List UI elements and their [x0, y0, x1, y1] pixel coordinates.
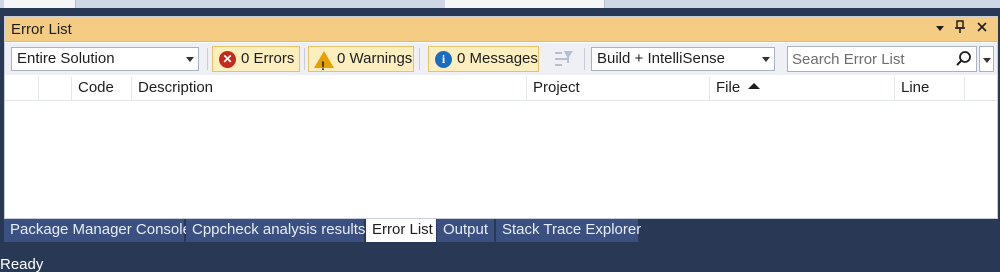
column-header-description[interactable]: Description [131, 77, 526, 101]
search-box[interactable] [787, 46, 977, 72]
column-header-line[interactable]: Line [894, 77, 964, 101]
scope-dropdown-value: Entire Solution [17, 50, 115, 67]
top-toolbar-strip [0, 0, 1000, 8]
search-options-dropdown[interactable] [979, 46, 994, 72]
toolbar-separator [584, 48, 585, 70]
column-header-project[interactable]: Project [526, 77, 709, 101]
toolbar-separator [419, 48, 420, 70]
error-icon: ✕ [219, 51, 236, 68]
tab-error-list[interactable]: Error List [366, 219, 436, 242]
status-text: Ready [0, 256, 44, 272]
tab-package-manager-console[interactable]: Package Manager Console [4, 219, 191, 242]
search-icon[interactable] [955, 50, 973, 68]
chevron-down-icon [762, 57, 770, 62]
chevron-down-icon [186, 57, 194, 62]
build-filter-dropdown[interactable]: Build + IntelliSense [591, 47, 775, 71]
column-header-category[interactable] [38, 77, 71, 101]
table-header: Code Description Project File Line [5, 77, 997, 101]
sort-ascending-icon [748, 83, 761, 89]
status-bar: Ready [0, 254, 1000, 272]
top-strip-field [445, 0, 605, 8]
filter-icon[interactable] [553, 49, 575, 69]
window-title: Error List [11, 21, 72, 38]
info-icon: i [435, 51, 452, 68]
messages-filter-button[interactable]: i 0 Messages [428, 46, 539, 72]
search-input[interactable] [792, 49, 952, 69]
tab-output[interactable]: Output [437, 219, 494, 242]
error-list-body [5, 102, 997, 218]
top-strip-field [4, 0, 76, 8]
errors-filter-button[interactable]: ✕ 0 Errors [212, 46, 300, 72]
errors-filter-label: 0 Errors [241, 50, 295, 67]
column-header-extra[interactable] [964, 77, 997, 101]
tab-stack-trace-explorer[interactable]: Stack Trace Explorer [496, 219, 641, 242]
column-header-file[interactable]: File [709, 77, 894, 101]
window-menu-dropdown-icon[interactable] [931, 20, 949, 38]
pin-icon[interactable] [951, 20, 969, 38]
tool-window-title-bar: Error List [5, 17, 997, 42]
column-header-blank[interactable] [5, 77, 38, 101]
warning-icon: ! [314, 51, 334, 73]
column-header-code[interactable]: Code [71, 77, 131, 101]
toolbar-separator [304, 48, 305, 70]
scope-dropdown[interactable]: Entire Solution [11, 47, 199, 71]
error-list-panel: Error List Entire Solution ✕ 0 Errors ! … [4, 16, 998, 219]
build-filter-value: Build + IntelliSense [597, 50, 725, 67]
toolbar-separator [207, 48, 208, 70]
close-icon[interactable] [973, 20, 991, 38]
warnings-filter-button[interactable]: ! 0 Warnings [308, 46, 414, 73]
error-list-toolbar: Entire Solution ✕ 0 Errors ! 0 Warnings … [5, 43, 997, 75]
warnings-filter-label: 0 Warnings [337, 50, 413, 67]
tab-cppcheck-analysis-results[interactable]: Cppcheck analysis results [186, 219, 365, 242]
messages-filter-label: 0 Messages [457, 50, 538, 67]
column-header-file-label: File [716, 79, 741, 96]
